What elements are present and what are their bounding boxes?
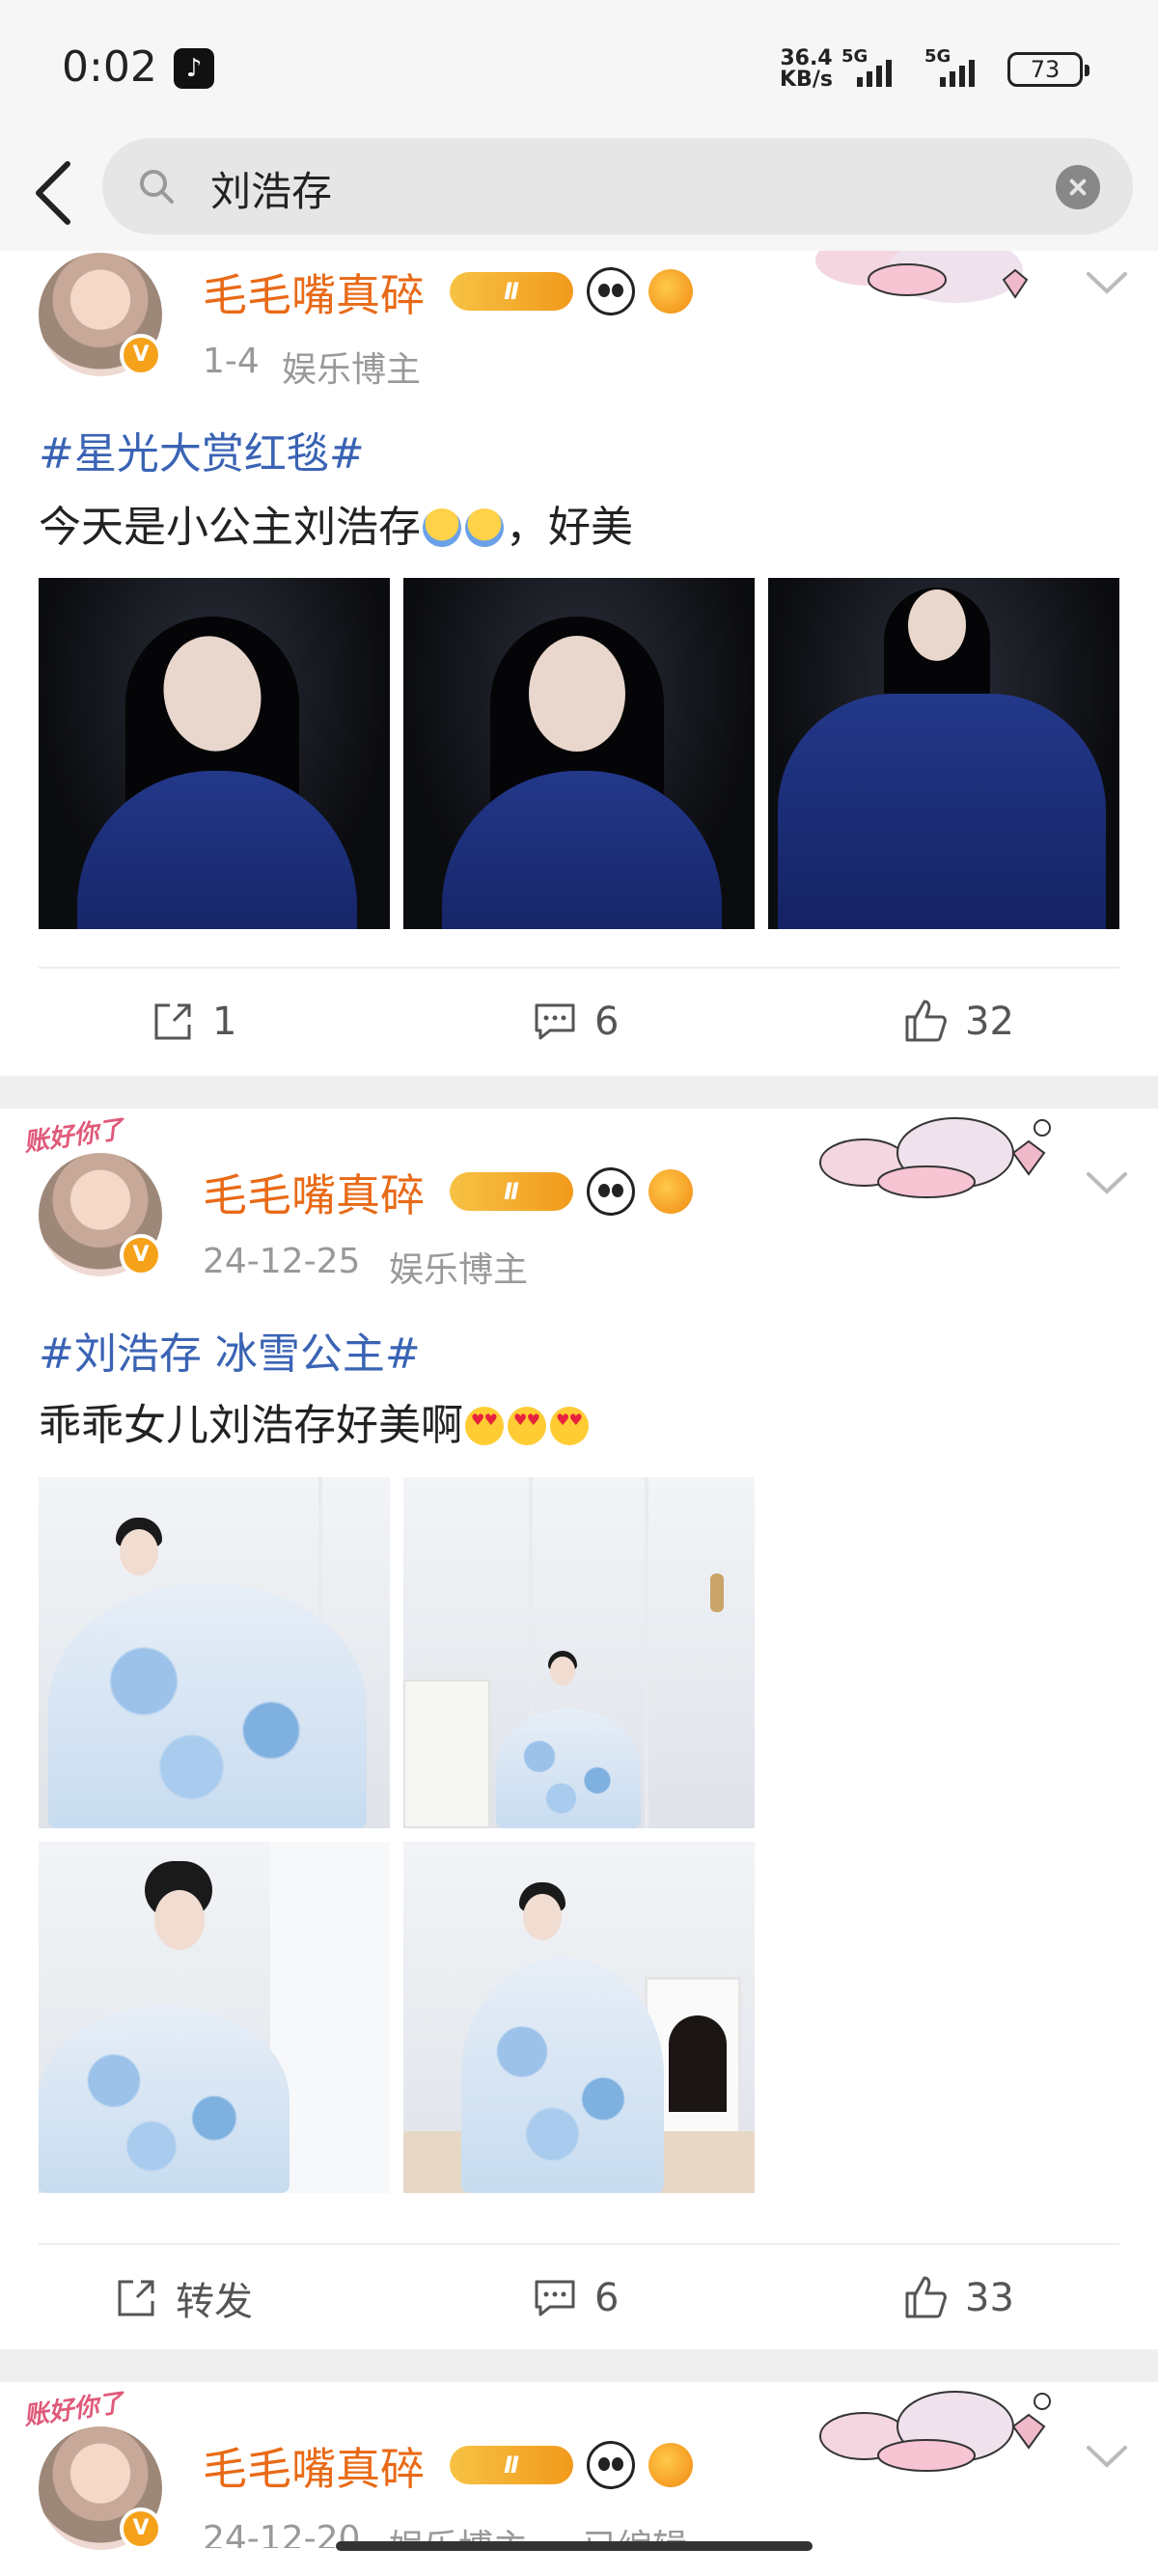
- heart-eyes-emoji-icon: [508, 1407, 546, 1445]
- level-badge: Ⅱ: [450, 2446, 573, 2484]
- comment-button[interactable]: 6: [531, 969, 619, 1075]
- waving-emoji-icon: [465, 508, 504, 547]
- user-name[interactable]: 毛毛嘴真碎: [203, 1161, 425, 1224]
- share-icon: [154, 1003, 191, 1040]
- post-separator: [0, 2349, 1158, 2382]
- level-badge: Ⅱ: [450, 1172, 573, 1211]
- network-speed-value: 36.4: [780, 46, 833, 70]
- like-count: 33: [965, 2276, 1014, 2320]
- user-badges: Ⅱ: [450, 2440, 693, 2490]
- comment-button[interactable]: 6: [531, 2245, 619, 2351]
- share-icon: [118, 2280, 154, 2316]
- post-photo[interactable]: [39, 1477, 390, 1828]
- post-source: 娱乐博主: [282, 350, 422, 390]
- search-input[interactable]: 刘浩存: [102, 138, 1133, 234]
- back-icon[interactable]: [27, 154, 85, 232]
- post-photo[interactable]: [403, 1842, 755, 2193]
- post-photo[interactable]: [403, 578, 755, 929]
- fish-icon: [648, 269, 693, 314]
- post-text: 今天是小公主刘浩存 ，好美: [39, 492, 633, 554]
- search-results-feed[interactable]: V 毛毛嘴真碎 Ⅱ 1-4 娱乐博主 #星光大赏红毯# 今天是小公主刘浩存 ，好美: [0, 251, 1158, 2576]
- battery-icon: 73: [1007, 52, 1089, 87]
- search-icon: [140, 170, 174, 204]
- share-button[interactable]: 1: [149, 969, 236, 1075]
- avatar-decoration-sticker: [815, 251, 1029, 303]
- tiktok-icon: ♪: [174, 48, 214, 89]
- signal-icon-1: 5G: [841, 46, 909, 89]
- repost-label: 1: [212, 1000, 237, 1044]
- topic-link[interactable]: #星光大赏红毯#: [39, 419, 365, 480]
- avatar-decoration-sticker: [819, 2391, 1051, 2472]
- user-badges: Ⅱ: [450, 1166, 693, 1217]
- post-text-tail: ，好美: [506, 503, 633, 552]
- chevron-down-icon[interactable]: [1083, 1168, 1131, 1197]
- post-text-main: 今天是小公主刘浩存: [39, 503, 421, 552]
- post-source: 娱乐博主: [389, 1250, 529, 1290]
- network-speed: 36.4 KB/s: [780, 48, 833, 91]
- user-badges: Ⅱ: [450, 266, 693, 316]
- post-photo[interactable]: [39, 1842, 390, 2193]
- search-header: 刘浩存: [0, 135, 1158, 251]
- share-button[interactable]: 转发: [112, 2245, 253, 2351]
- chevron-down-icon[interactable]: [1083, 2442, 1131, 2471]
- post-time: 1-4: [203, 342, 260, 381]
- comment-count: 6: [594, 1000, 620, 1044]
- heart-eyes-emoji-icon: [465, 1407, 504, 1445]
- post-photo[interactable]: [403, 1477, 755, 1828]
- search-query: 刘浩存: [210, 168, 333, 215]
- panda-icon: [587, 267, 635, 315]
- fish-icon: [648, 1169, 693, 1214]
- post-card[interactable]: 账好你了 V 毛毛嘴真碎 Ⅱ 24-12-25 娱乐博主 #刘浩存 冰雪公主# …: [0, 1109, 1158, 2349]
- home-indicator[interactable]: [336, 2541, 813, 2551]
- post-card[interactable]: V 毛毛嘴真碎 Ⅱ 1-4 娱乐博主 #星光大赏红毯# 今天是小公主刘浩存 ，好美: [0, 251, 1158, 1076]
- post-photo[interactable]: [39, 578, 390, 929]
- post-action-bar: 1 6 32: [39, 967, 1119, 1073]
- signal-icon-2: 5G: [924, 46, 992, 89]
- user-name[interactable]: 毛毛嘴真碎: [203, 260, 425, 324]
- post-photo[interactable]: [768, 578, 1119, 929]
- panda-icon: [587, 2441, 635, 2489]
- like-count: 32: [965, 1000, 1014, 1044]
- clear-icon[interactable]: [1056, 165, 1100, 209]
- like-button[interactable]: 32: [901, 969, 1014, 1075]
- comment-icon: [535, 2280, 575, 2316]
- like-button[interactable]: 33: [901, 2245, 1014, 2351]
- level-badge: Ⅱ: [450, 272, 573, 311]
- chevron-down-icon[interactable]: [1083, 268, 1131, 297]
- heart-eyes-emoji-icon: [550, 1407, 589, 1445]
- avatar-frame-text: 账好你了: [21, 2388, 125, 2432]
- fish-icon: [648, 2443, 693, 2487]
- post-text-main: 乖乖女儿刘浩存好美啊: [39, 1401, 463, 1450]
- avatar-frame-text: 账好你了: [21, 1114, 125, 1159]
- like-icon: [905, 2276, 947, 2318]
- comment-count: 6: [594, 2276, 620, 2320]
- post-text: 乖乖女儿刘浩存好美啊: [39, 1390, 591, 1452]
- panda-icon: [587, 1167, 635, 1216]
- user-name[interactable]: 毛毛嘴真碎: [203, 2434, 425, 2498]
- like-icon: [905, 1000, 947, 1042]
- waving-emoji-icon: [423, 508, 461, 547]
- post-action-bar: 转发 6 33: [39, 2243, 1119, 2349]
- topic-link[interactable]: #刘浩存 冰雪公主#: [39, 1319, 421, 1381]
- status-time: 0:02: [62, 42, 157, 92]
- post-separator: [0, 1076, 1158, 1109]
- status-bar: 0:02 ♪ 36.4 KB/s 5G 5G 73: [0, 0, 1158, 135]
- comment-icon: [535, 1003, 575, 1040]
- network-speed-unit: KB/s: [780, 68, 833, 92]
- post-time: 24-12-25: [203, 1242, 361, 1281]
- repost-label: 转发: [176, 2280, 253, 2324]
- avatar-decoration-sticker: [819, 1117, 1051, 1198]
